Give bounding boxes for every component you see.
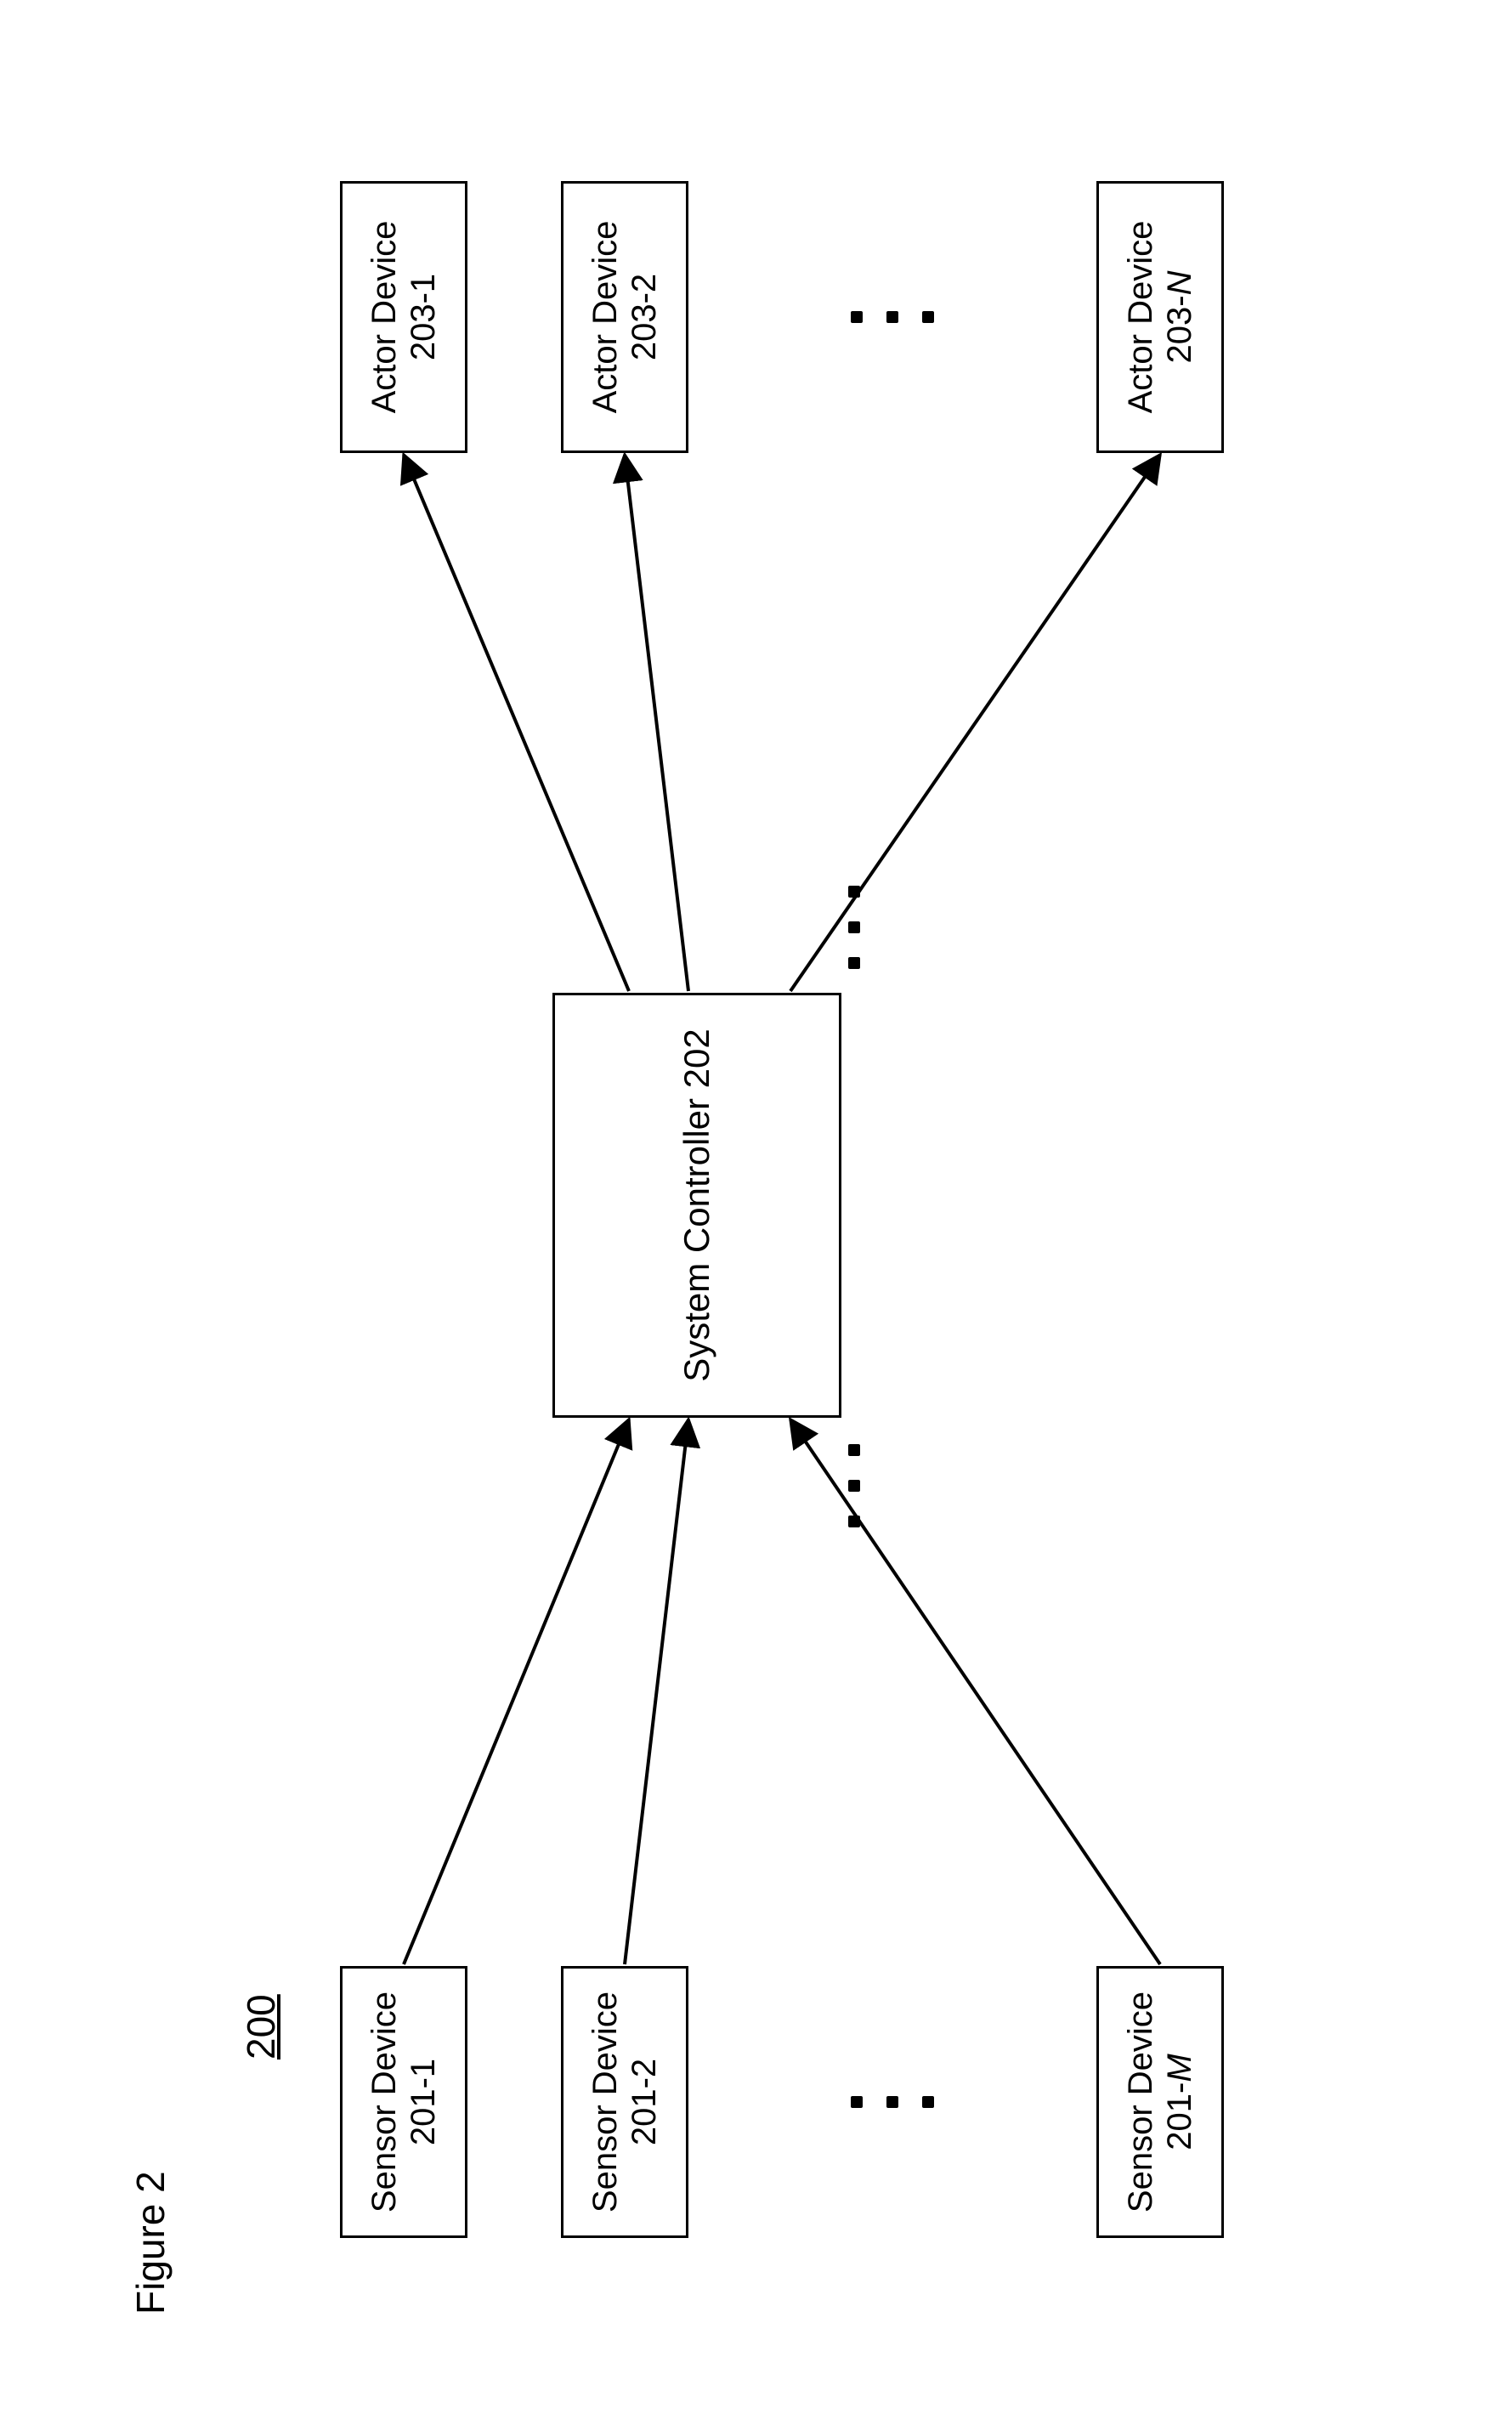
sensor-device-m: Sensor Device 201-M [1096,1966,1224,2238]
figure-title: Figure 2 [127,2171,173,2315]
actor-2-id: 203-2 [625,274,664,360]
sensor-1-id: 201-1 [404,2059,443,2145]
sensor-2-id: 201-2 [625,2059,664,2145]
right-more-arrows-ellipsis [846,876,863,978]
sensor-1-name: Sensor Device [365,1992,404,2213]
sensor-ellipsis [782,2084,1003,2120]
sensor-2-name: Sensor Device [586,1992,625,2213]
actor-device-2: Actor Device 203-2 [561,181,688,453]
arrow-sensor2-to-controller [625,1419,688,1964]
actor-n-name: Actor Device [1121,221,1160,414]
sensor-device-2: Sensor Device 201-2 [561,1966,688,2238]
left-more-arrows-ellipsis [846,1435,863,1537]
arrow-controller-to-actor1 [404,455,629,991]
actor-1-id: 203-1 [404,274,443,360]
sensor-m-id: 201-M [1160,2054,1199,2150]
actor-2-name: Actor Device [586,221,625,414]
arrow-controller-to-actor2 [625,455,688,991]
sensor-device-1: Sensor Device 201-1 [340,1966,467,2238]
diagram-canvas: Figure 2 200 Sensor Device 201-1 Sensor … [76,76,1436,2349]
actor-1-name: Actor Device [365,221,404,414]
actor-n-id: 203-N [1160,271,1199,364]
figure-refnum: 200 [238,1994,284,2060]
actor-ellipsis [782,299,1003,335]
arrow-sensor1-to-controller [404,1419,629,1964]
sensor-m-name: Sensor Device [1121,1992,1160,2213]
controller-label: System Controller 202 [677,1028,717,1382]
actor-device-1: Actor Device 203-1 [340,181,467,453]
system-controller: System Controller 202 [552,993,841,1418]
actor-device-n: Actor Device 203-N [1096,181,1224,453]
